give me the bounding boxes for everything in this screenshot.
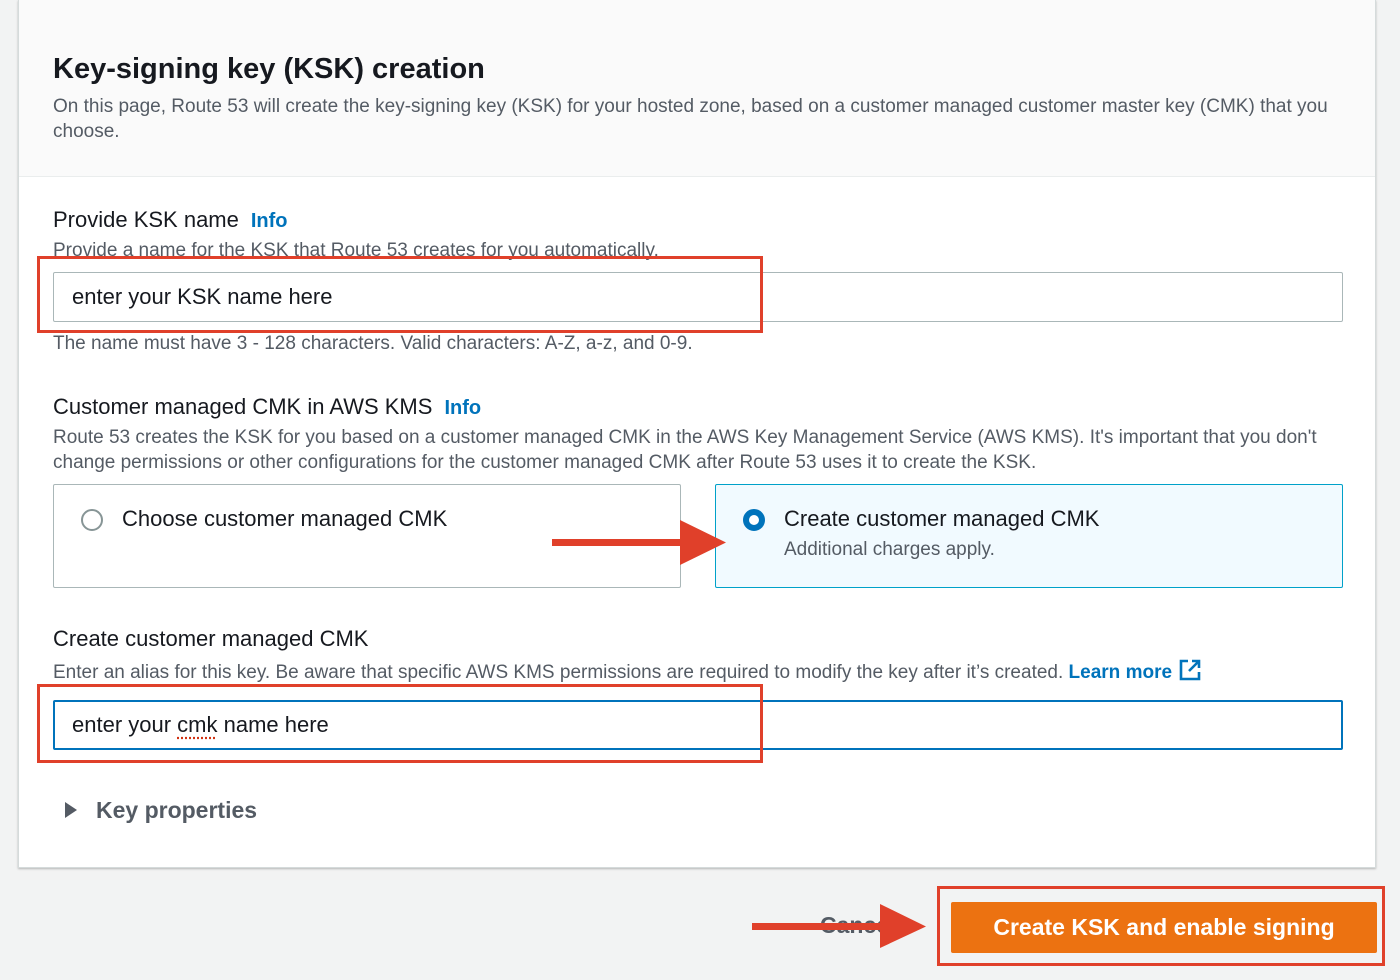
ksk-name-label-row: Provide KSK name Info — [53, 206, 288, 235]
cmk-description: Route 53 creates the KSK for you based o… — [53, 427, 1317, 473]
annotation-arrow-create-cmk — [552, 520, 726, 565]
create-cmk-label: Create customer managed CMK — [53, 626, 369, 651]
key-properties-label: Key properties — [96, 797, 258, 823]
page-title: Key-signing key (KSK) creation — [53, 53, 485, 85]
radio-choose-cmk[interactable] — [81, 509, 103, 531]
annotation-box-ksk-name — [37, 256, 763, 333]
learn-more-link[interactable]: Learn more — [1069, 662, 1172, 683]
ksk-name-label: Provide KSK name — [53, 207, 239, 232]
radio-tile-create-cmk[interactable]: Create customer managed CMK Additional c… — [715, 484, 1343, 588]
create-cmk-description: Enter an alias for this key. Be aware th… — [53, 662, 1064, 683]
external-link-icon[interactable] — [1178, 658, 1202, 682]
radio-create-cmk-description: Additional charges apply. — [784, 539, 995, 560]
caret-right-icon — [65, 802, 77, 818]
radio-create-cmk-label: Create customer managed CMK — [784, 506, 1100, 531]
cmk-info-link[interactable]: Info — [444, 397, 481, 419]
annotation-box-create-button — [937, 886, 1385, 966]
radio-create-cmk[interactable] — [743, 509, 765, 531]
panel-header: Key-signing key (KSK) creation On this p… — [19, 0, 1375, 177]
cmk-label-row: Customer managed CMK in AWS KMS Info — [53, 393, 481, 422]
annotation-arrow-create-button — [752, 904, 926, 948]
ksk-name-constraint: The name must have 3 - 128 characters. V… — [53, 333, 693, 354]
annotation-box-cmk-alias — [37, 684, 763, 763]
ksk-name-info-link[interactable]: Info — [251, 210, 288, 232]
cmk-label: Customer managed CMK in AWS KMS — [53, 394, 433, 419]
page-description: On this page, Route 53 will create the k… — [53, 96, 1328, 142]
radio-choose-cmk-label: Choose customer managed CMK — [122, 506, 448, 531]
create-cmk-description-row: Enter an alias for this key. Be aware th… — [53, 658, 1202, 685]
